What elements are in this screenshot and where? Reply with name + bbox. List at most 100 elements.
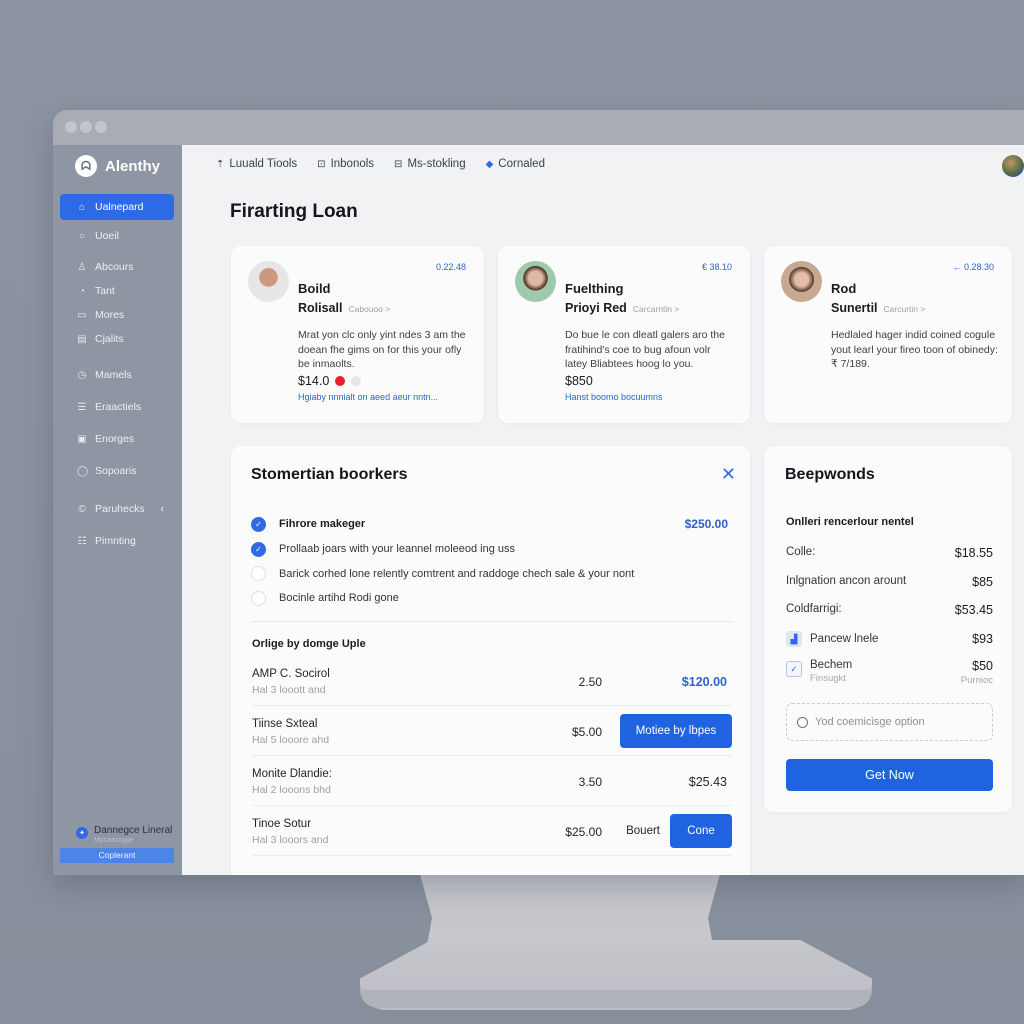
sidebar-item-1[interactable]: ○ Uoeil	[60, 223, 174, 249]
sidebar-item-label: Sopoaris	[95, 465, 137, 477]
maximize-window-button[interactable]	[95, 121, 107, 133]
sidebar-footer-info: ✦ Dannegce Lineral Mpcaaxxgge	[60, 825, 174, 844]
summary-extra-sub-value: Purnioc	[960, 675, 993, 686]
topnav-label: Ms-stokling	[407, 158, 466, 170]
checklist-item-amount: $250.00	[684, 517, 728, 532]
close-window-button[interactable]	[65, 121, 77, 133]
tag-icon: ◔	[78, 285, 86, 297]
profile-meta-link[interactable]: Carcurtin >	[884, 304, 926, 314]
row-sub: Hal 3 looott and	[252, 684, 326, 696]
profile-price: $14.0	[298, 374, 330, 388]
chevron-left-icon[interactable]: ‹	[160, 503, 164, 515]
sidebar-footer-button[interactable]: Coplerant	[60, 848, 174, 863]
get-now-button[interactable]: Get Now	[786, 759, 993, 791]
row-sub: Hal 3 looors and	[252, 834, 329, 846]
chart-icon: ▟	[786, 631, 802, 647]
profile-role-text: Rolisall	[298, 301, 343, 315]
minimize-window-button[interactable]	[80, 121, 92, 133]
summary-label: Coldfarrigi:	[786, 603, 842, 615]
row-qty: $5.00	[571, 725, 602, 739]
gray-swatch[interactable]	[351, 376, 362, 386]
checkbox-checked[interactable]: ✓	[251, 541, 266, 557]
profile-card[interactable]: € 38.10 Fuelthing Prioyi Red Carcarntin …	[498, 246, 750, 423]
topnav-item-tools[interactable]: ⇡ Luuald Tiools	[216, 158, 297, 170]
table-row: AMP C. Socirol Hal 3 looott and 2.50 $12…	[252, 656, 732, 706]
row-secondary-button[interactable]: Bouert	[626, 825, 660, 837]
checklist-item[interactable]: Bocinle artihd Rodi gone	[251, 586, 728, 611]
profile-card[interactable]: ← 0.28.30 Rod Sunertil Carcurtin > Hedla…	[764, 246, 1012, 423]
row-sub: Hal 2 looons bhd	[252, 784, 331, 796]
profile-card[interactable]: 0.22.48 Boild Rolisall Cabouoo > Mrat yo…	[231, 246, 484, 423]
radio-button[interactable]	[797, 716, 808, 728]
summary-extra-value: $93	[972, 632, 993, 646]
app-window: ᗣ Alenthy ⌂ Ualnepard ○ Uoeil ♙ Abcours …	[53, 110, 1024, 875]
sidebar-item-5[interactable]: ▤ Cjalits	[60, 327, 174, 351]
checklist: ✓ Fihrore makeger $250.00 ✓ Prollaab joa…	[251, 512, 728, 611]
sidebar-item-label: Mores	[95, 309, 125, 321]
badge-icon: ✦	[76, 827, 88, 839]
summary-extra-row[interactable]: ▟ Pancew lnele $93	[786, 631, 993, 647]
brand-logo-icon: ᗣ	[75, 155, 97, 177]
sidebar-item-7[interactable]: ☰ Eraactiels	[60, 391, 174, 423]
summary-extra-label: Bechem	[810, 659, 853, 671]
image-icon: ▣	[77, 433, 87, 445]
sidebar-item-4[interactable]: ▭ Mores	[60, 303, 174, 327]
topnav-item-cornaled[interactable]: ◆ Cornaled	[486, 158, 545, 170]
diamond-icon: ◆	[485, 158, 494, 170]
topnav-item-inbox[interactable]: ⊡ Inbonols	[317, 158, 374, 170]
summary-label: Inlgnation ancon arount	[786, 575, 907, 587]
row-name: AMP C. Socirol	[252, 668, 330, 680]
sidebar-item-3[interactable]: ◔ Tant	[60, 279, 174, 303]
profile-link[interactable]: Hanst boomo bocuumns	[565, 392, 663, 402]
checklist-item[interactable]: ✓ Prollaab joars with your leannel molee…	[251, 537, 728, 562]
summary-value: $85	[972, 575, 993, 589]
summary-extra-row[interactable]: ✓ Bechem Finsugkt $50 Purnioc	[786, 659, 993, 686]
panel-title: Beepwonds	[785, 466, 875, 483]
red-swatch[interactable]	[335, 376, 346, 386]
row-total: $120.00	[681, 675, 727, 689]
topnav-label: Inbonols	[330, 158, 375, 170]
sidebar-nav: ⌂ Ualnepard ○ Uoeil ♙ Abcours ◔ Tant ▭ M…	[60, 194, 174, 557]
summary-row: Inlgnation ancon arount $85	[786, 575, 993, 589]
sidebar-item-label: Ualnepard	[95, 201, 144, 213]
circle-icon: ○	[78, 230, 86, 242]
custom-option-label: Yod coemicisge option	[815, 716, 925, 728]
close-icon[interactable]: ✕	[721, 464, 736, 485]
checkbox-checked[interactable]: ✓	[786, 661, 802, 677]
sidebar-item-label: Pimnting	[95, 535, 136, 547]
profile-meta-link[interactable]: Carcarntin >	[633, 304, 680, 314]
summary-subtitle: Onlleri rencerlour nentel	[786, 516, 914, 528]
profile-price-row: $850	[565, 374, 593, 388]
checkbox-unchecked[interactable]	[251, 590, 266, 606]
profile-role-text: Sunertil	[831, 301, 878, 315]
checklist-item[interactable]: Barick corhed lone relently comtrent and…	[251, 561, 728, 586]
row-sub: Hal 5 looore ahd	[252, 734, 330, 746]
sidebar-item-9[interactable]: ◯ Sopoaris	[60, 455, 174, 487]
profile-price: $850	[565, 374, 593, 388]
sidebar-item-label: Paruhecks	[95, 503, 145, 515]
custom-option[interactable]: Yod coemicisge option	[786, 703, 993, 741]
brand[interactable]: ᗣ Alenthy	[75, 155, 160, 177]
sidebar-item-8[interactable]: ▣ Enorges	[60, 423, 174, 455]
summary-label: Colle:	[786, 546, 816, 558]
profile-meta-link[interactable]: Cabouoo >	[348, 304, 390, 314]
sidebar-item-2[interactable]: ♙ Abcours	[60, 255, 174, 279]
row-action-button[interactable]: Cone	[670, 814, 732, 848]
profile-link[interactable]: Hgiaby nnnialt on aeed aeur nntn...	[298, 392, 438, 402]
summary-extra-label: Pancew lnele	[810, 633, 879, 645]
document-icon: ▤	[77, 333, 87, 345]
checkbox-unchecked[interactable]	[251, 566, 266, 582]
checklist-item[interactable]: ✓ Fihrore makeger $250.00	[251, 512, 728, 537]
sidebar-item-6[interactable]: ◷ Mamels	[60, 359, 174, 391]
table-row: Tiinse Sxteal Hal 5 looore ahd $5.00 Mot…	[252, 706, 732, 756]
user-avatar[interactable]	[1002, 155, 1024, 177]
row-action-button[interactable]: Motiee by lbpes	[620, 714, 732, 748]
checkbox-checked[interactable]: ✓	[251, 516, 266, 532]
copyright-icon: ©	[78, 503, 86, 515]
sidebar-item-11[interactable]: ☷ Pimnting	[60, 525, 174, 557]
topnav-item-stocking[interactable]: ⊟ Ms-stokling	[394, 158, 466, 170]
sidebar-item-dashboard[interactable]: ⌂ Ualnepard	[60, 194, 174, 220]
profile-description: Do bue le con dleatl galers aro the frat…	[565, 329, 725, 370]
sidebar-item-10[interactable]: © Paruhecks ‹	[60, 493, 174, 525]
list-icon: ☰	[77, 401, 87, 413]
